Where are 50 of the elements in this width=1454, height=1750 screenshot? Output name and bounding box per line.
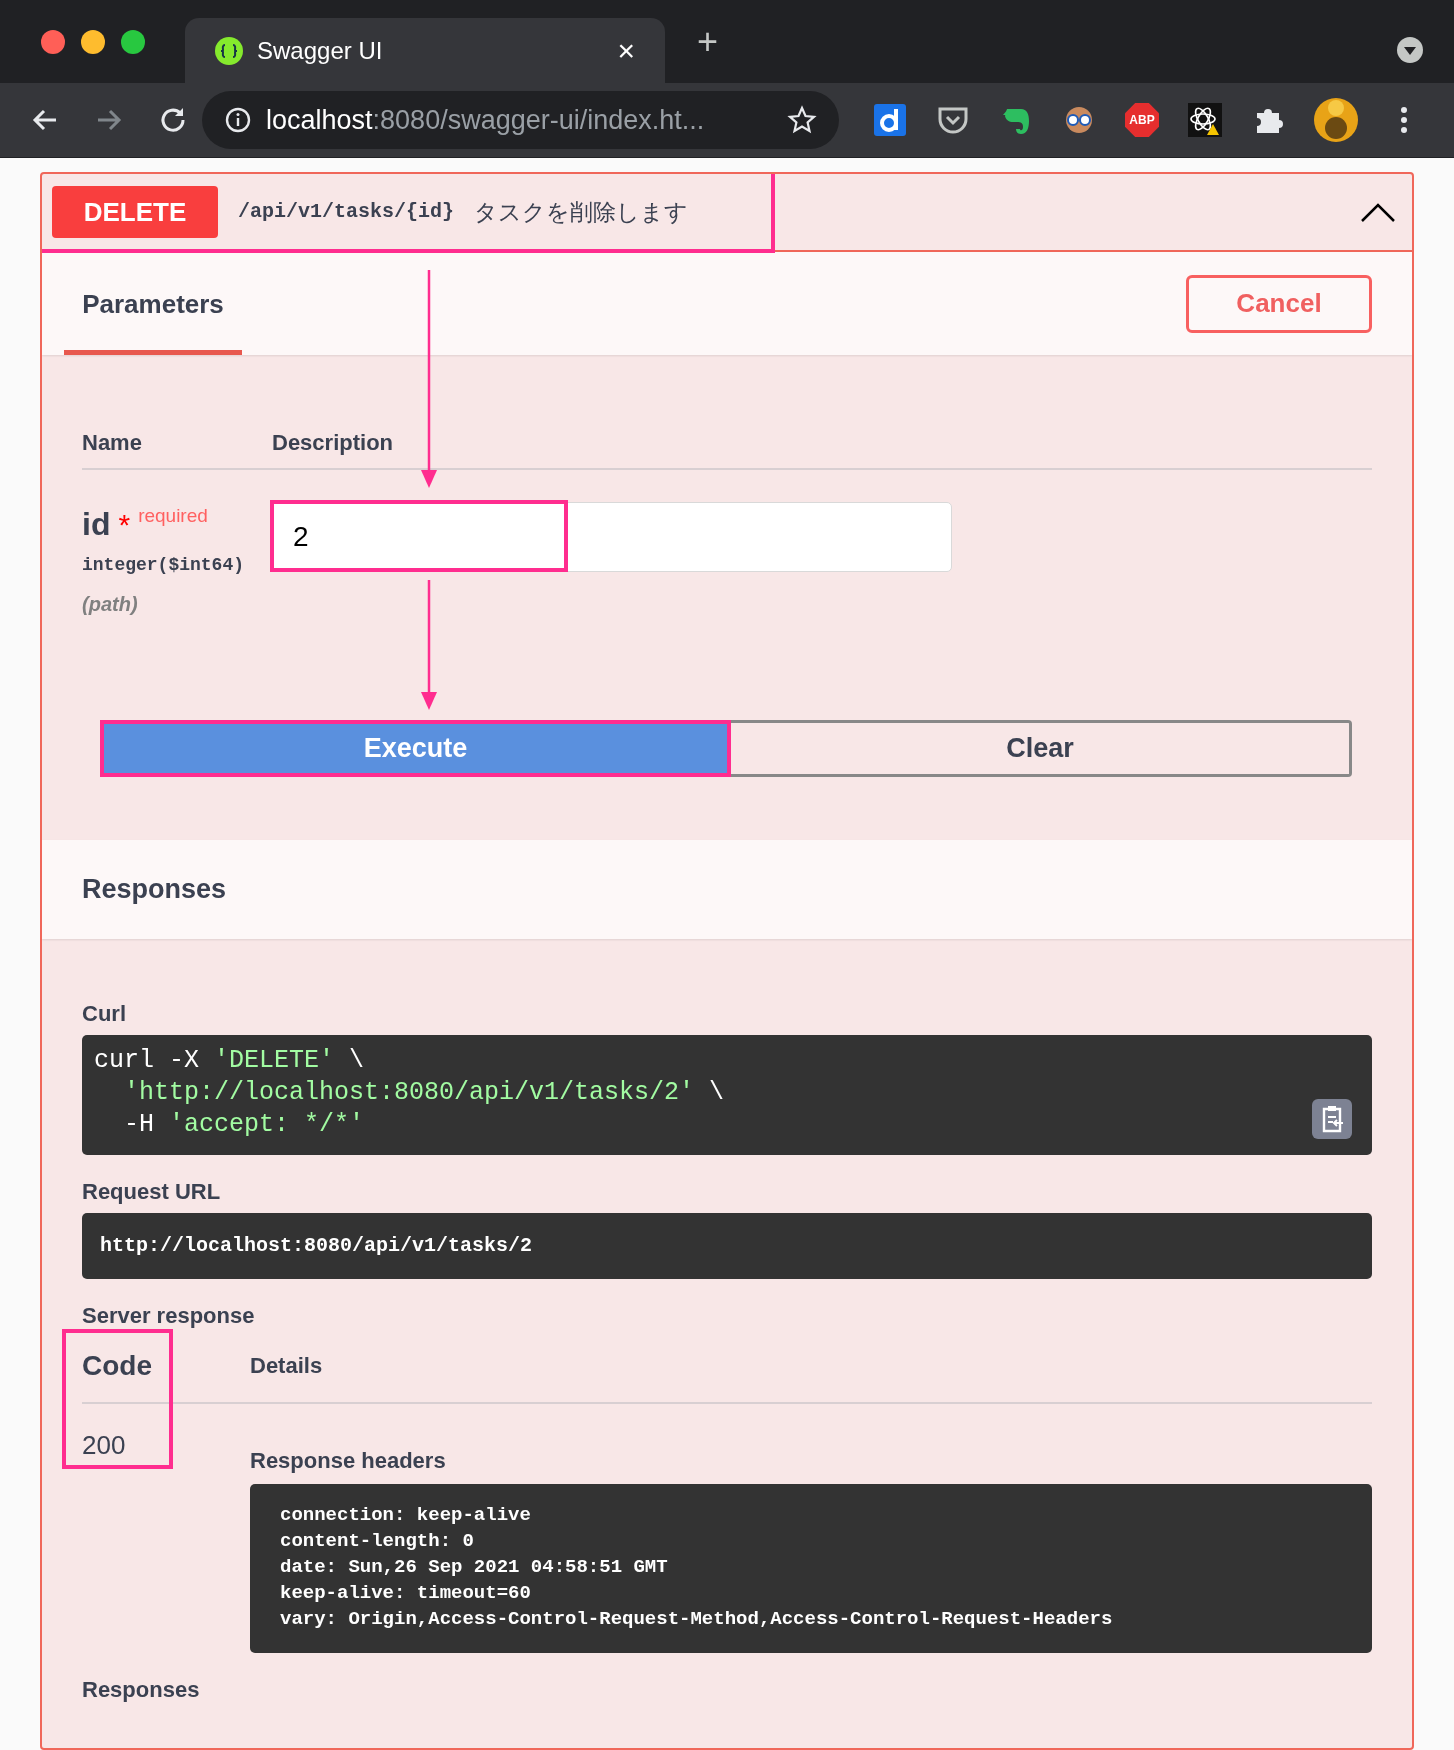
letter-d-icon[interactable] [873, 103, 907, 137]
endpoint-path: /api/v1/tasks/{id} [238, 199, 455, 225]
code-line: 'http://localhost:8080/api/v1/tasks/2' \ [124, 1077, 725, 1109]
atom-icon[interactable] [1188, 103, 1222, 137]
code-line: -H 'accept: */*' [124, 1109, 365, 1141]
section-label: Response headers [250, 1447, 447, 1474]
input-field[interactable]: 2 [272, 502, 952, 572]
header-line: content-length: 0 [280, 1529, 475, 1554]
new-tab-button[interactable]: + [697, 23, 719, 60]
dropdown-icon[interactable] [1396, 36, 1424, 64]
column-header: Code [82, 1348, 152, 1383]
window-control-icon[interactable] [81, 29, 105, 54]
window-control-icon[interactable] [41, 29, 65, 54]
chevron-up-icon[interactable] [1360, 201, 1396, 223]
clipboard-icon[interactable] [1312, 1099, 1352, 1139]
url-text: localhost:8080/swagger-ui/index.ht... [266, 103, 706, 137]
address-bar[interactable]: localhost:8080/swagger-ui/index.ht... [202, 91, 839, 149]
header-line: keep-alive: timeout=60 [280, 1581, 532, 1606]
required-label: required [138, 504, 208, 528]
required-mark: * [118, 510, 131, 540]
parameter-type: integer($int64) [82, 554, 246, 577]
header-line: vary: Origin,Access-Control-Request-Method,Access-Control-Request-Headers [280, 1607, 1114, 1632]
endpoint-summary: タスクを削除します [474, 197, 689, 227]
window-control-icon[interactable] [121, 29, 145, 54]
browser-tab[interactable]: Swagger UI × [185, 18, 665, 83]
column-header: Details [250, 1352, 323, 1380]
parameter-location: (path) [82, 592, 139, 617]
section-label: Curl [82, 1000, 127, 1027]
adblock-button[interactable]: ABP [1125, 103, 1159, 137]
close-tab-button[interactable]: × [617, 35, 635, 66]
section-label: Request URL [82, 1178, 222, 1205]
tab-title: Swagger UI [257, 35, 384, 66]
clear-button[interactable]: Clear [731, 720, 1352, 777]
column-header: Name [82, 429, 143, 457]
braces-icon [215, 36, 243, 65]
method-badge: DELETE [52, 186, 218, 238]
header-line: connection: keep-alive [280, 1503, 532, 1528]
info-icon[interactable] [224, 106, 252, 134]
column-header: Description [272, 429, 394, 457]
request-url: http://localhost:8080/api/v1/tasks/2 [82, 1213, 1372, 1279]
status-code: 200 [82, 1429, 127, 1462]
parameters-tab[interactable]: Parameters [64, 252, 242, 355]
avatar-icon[interactable] [1314, 98, 1358, 142]
section-title: Responses [82, 873, 227, 907]
parameter-name: id [82, 505, 111, 544]
code-line: curl -X 'DELETE' \ [94, 1045, 365, 1077]
star-icon[interactable] [787, 105, 817, 135]
section-label: Server response [82, 1302, 256, 1329]
section-label: Responses [82, 1676, 201, 1704]
header-line: date: Sun,26 Sep 2021 04:58:51 GMT [280, 1555, 669, 1580]
